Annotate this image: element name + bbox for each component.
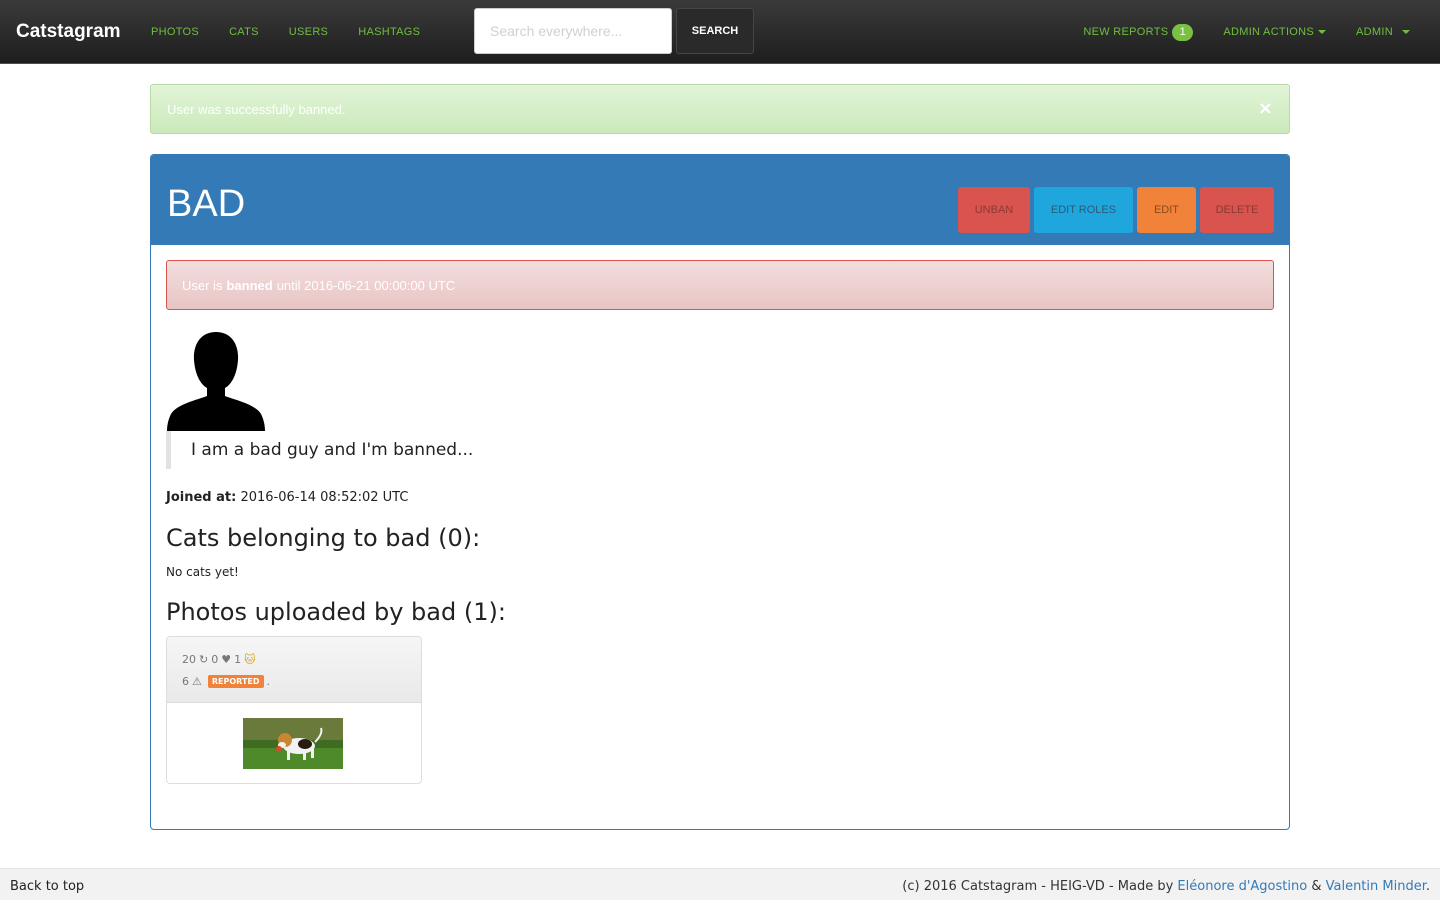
ban-word: banned [226, 277, 273, 293]
reports-count: 6 [182, 674, 189, 688]
nav-hashtags[interactable]: HASHTAGS [358, 26, 420, 38]
likes-count: 1 [234, 652, 242, 666]
unban-button[interactable]: UNBAN [958, 187, 1030, 233]
caret-down-icon [1318, 30, 1327, 34]
edit-button[interactable]: EDIT [1137, 187, 1196, 233]
reposts-count: 0 [211, 652, 219, 666]
warning-icon: ⚠ [192, 674, 202, 688]
admin-label: ADMIN [1356, 26, 1393, 38]
photo-body [167, 703, 421, 783]
ban-status-alert: User is banned until 2016-06-21 00:00:00… [166, 260, 1274, 310]
ban-until: until 2016-06-21 00:00:00 UTC [276, 277, 456, 293]
no-cats-text: No cats yet! [166, 565, 239, 579]
search-input[interactable] [474, 8, 672, 54]
heart-icon: ♥ [221, 652, 232, 666]
credits-amp: & [1311, 879, 1322, 894]
repost-icon: ↻ [199, 652, 209, 666]
credits-dot: . [1425, 879, 1430, 894]
nav-users[interactable]: USERS [289, 26, 328, 38]
reported-badge: REPORTED [207, 674, 264, 688]
photo-stats: 20 ↻ 0 ♥ 1 🐱 6 ⚠ REPORTED . [167, 637, 421, 703]
new-reports-badge: 1 [1172, 23, 1194, 41]
nav-cats[interactable]: CATS [229, 26, 259, 38]
footer: Back to top (c) 2016 Catstagram - HEIG-V… [0, 868, 1440, 900]
author-link-2[interactable]: Valentin Minder [1326, 879, 1426, 894]
back-to-top-link[interactable]: Back to top [10, 879, 84, 894]
edit-roles-button[interactable]: EDIT ROLES [1034, 187, 1133, 233]
dog-photo-thumbnail[interactable] [243, 718, 343, 769]
search-form: SEARCH [474, 8, 754, 54]
views-count: 20 [182, 652, 196, 666]
avatar-silhouette-icon [167, 332, 265, 431]
author-link-1[interactable]: Eléonore d'Agostino [1177, 879, 1307, 894]
search-button[interactable]: SEARCH [676, 8, 754, 54]
new-reports-link[interactable]: NEW REPORTS 1 [1083, 23, 1194, 41]
flash-message: User was successfully banned. [167, 101, 346, 117]
main-nav: PHOTOS CATS USERS HASHTAGS [151, 26, 450, 38]
photo-report-line: 6 ⚠ REPORTED . [182, 673, 406, 689]
user-actions: UNBAN EDIT ROLES EDIT DELETE [954, 187, 1274, 233]
panel-heading: BAD UNBAN EDIT ROLES EDIT DELETE [151, 155, 1289, 245]
cats-heading: Cats belonging to bad (0): [166, 524, 481, 552]
joined-at: Joined at: 2016-06-14 08:52:02 UTC [166, 490, 408, 505]
ban-prefix: User is [182, 277, 223, 293]
user-name-title: BAD [167, 183, 246, 225]
new-reports-label: NEW REPORTS [1083, 26, 1169, 38]
joined-value: 2016-06-14 08:52:02 UTC [240, 490, 409, 505]
delete-button[interactable]: DELETE [1200, 187, 1274, 233]
user-bio: I am a bad guy and I'm banned... [166, 431, 473, 469]
nav-photos[interactable]: PHOTOS [151, 26, 199, 38]
photos-heading: Photos uploaded by bad (1): [166, 598, 506, 626]
flash-success-alert: User was successfully banned. × [150, 84, 1290, 134]
credits-prefix: (c) 2016 Catstagram - HEIG-VD - Made by [902, 879, 1174, 894]
brand-logo[interactable]: Catstagram [16, 21, 151, 43]
joined-label: Joined at: [166, 490, 237, 505]
user-panel: BAD UNBAN EDIT ROLES EDIT DELETE User is… [150, 154, 1290, 830]
admin-actions-dropdown[interactable]: ADMIN ACTIONS [1223, 26, 1327, 38]
close-icon[interactable]: × [1258, 98, 1273, 119]
top-navbar: Catstagram PHOTOS CATS USERS HASHTAGS SE… [0, 0, 1440, 64]
admin-dropdown[interactable]: ADMIN [1356, 26, 1410, 38]
trailing-dot: . [266, 674, 271, 688]
nav-right: NEW REPORTS 1 ADMIN ACTIONS ADMIN [1053, 0, 1410, 64]
photo-stat-line: 20 ↻ 0 ♥ 1 🐱 [182, 651, 406, 667]
photo-card[interactable]: 20 ↻ 0 ♥ 1 🐱 6 ⚠ REPORTED . [166, 636, 422, 784]
admin-actions-label: ADMIN ACTIONS [1223, 26, 1315, 38]
credits: (c) 2016 Catstagram - HEIG-VD - Made by … [902, 879, 1430, 894]
caret-down-icon [1402, 30, 1410, 34]
cat-icon: 🐱 [244, 652, 256, 666]
